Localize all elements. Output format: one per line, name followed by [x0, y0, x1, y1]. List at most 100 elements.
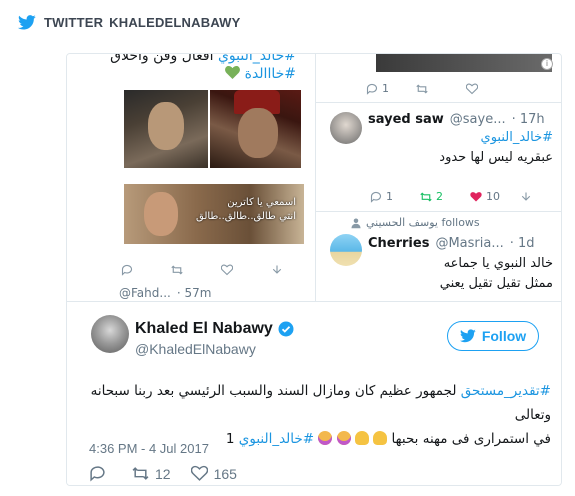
main-hashtag1[interactable]: #تقدير_مستحق [461, 383, 551, 399]
reply-count: 1 [386, 190, 393, 203]
green-heart-icon [225, 66, 241, 79]
like-action[interactable]: 165 [190, 465, 237, 482]
main-hashtag2[interactable]: #خالد_النبوي [239, 431, 314, 447]
actor-face [238, 108, 278, 158]
twitter-bird-icon [18, 14, 36, 29]
embed-header: TWITTER KHALEDELNABAWY [18, 12, 241, 32]
main-author-name[interactable]: Khaled El Nabawy [135, 320, 273, 338]
actor-photo-1[interactable] [124, 90, 208, 168]
actor-face [144, 192, 178, 236]
left-tweet-hashtag2[interactable]: #خااالدة [245, 66, 296, 82]
reply-icon [366, 83, 378, 95]
woman-emoji-icon [336, 431, 351, 445]
sayed-tweet-header: sayed saw @saye... · 17h [368, 112, 545, 127]
retweet-count: 12 [155, 465, 171, 482]
main-text2: في استمرارى فى مهنه بحبها [391, 431, 551, 447]
like-action[interactable] [466, 83, 516, 95]
retweet-count: 2 [436, 190, 443, 203]
main-author-handle[interactable]: @KhaledElNabawy [135, 341, 256, 357]
reply-action[interactable] [121, 264, 171, 276]
more-action[interactable] [271, 264, 314, 276]
cherries-line2: ممثل تقيل تقيل يعني [439, 276, 553, 291]
photo-caption-line1: اسمعي يا كاترين [227, 197, 296, 208]
divider [316, 102, 561, 103]
reply-count: 1 [382, 82, 389, 95]
sayed-tweet-actions: 1 2 10 [370, 190, 561, 203]
cherries-name[interactable]: Cherries [368, 236, 429, 251]
divider [67, 301, 561, 302]
photo-caption-line2: انتي طالق..طالق..طالق [196, 211, 296, 222]
left-tweet-hashtag1[interactable]: #خالد_النبوي [218, 54, 296, 64]
main-avatar[interactable] [91, 315, 129, 353]
cherries-avatar[interactable] [330, 234, 362, 266]
retweet-icon [420, 191, 432, 202]
fahd-handle[interactable]: @Fahd... [119, 286, 171, 300]
main-number: 1 [225, 431, 235, 447]
follow-label: Follow [481, 328, 527, 344]
fahd-tweet-header: @Fahd... · 57m [89, 286, 211, 300]
folded-hands-emoji-icon [373, 431, 388, 445]
collage-left-tweet: #خالد_النبوي أفعال وفن وأخلاق #خااالدة ا… [67, 54, 314, 301]
collage-right-tweets: i 1 sayed saw @saye... · 17h #خالد_النبو… [315, 54, 561, 301]
sayed-hashtag[interactable]: #خالد_النبوي [481, 130, 553, 145]
like-count: 10 [486, 190, 500, 203]
reply-action[interactable] [89, 465, 112, 482]
retweet-icon [416, 83, 428, 94]
like-action[interactable] [221, 264, 271, 276]
like-action[interactable]: 10 [470, 190, 520, 203]
main-timestamp[interactable]: 4:36 PM - 4 Jul 2017 [89, 441, 209, 456]
heart-icon [221, 264, 233, 276]
cherries-line1: خالد النبوي يا جماعه [443, 256, 553, 271]
more-icon [272, 265, 282, 274]
reply-action[interactable]: 1 [366, 82, 416, 95]
left-tweet-line1-text: أفعال وفن وأخلاق [110, 54, 214, 64]
heart-icon [470, 191, 482, 201]
photo-caption: اسمعي يا كاترين انتي طالق..طالق..طالق [196, 196, 296, 224]
retweet-action[interactable] [171, 264, 221, 276]
person-icon [351, 218, 361, 228]
tweet-image-collage[interactable]: #خالد_النبوي أفعال وفن وأخلاق #خااالدة ا… [67, 54, 561, 301]
main-author[interactable]: Khaled El Nabawy [135, 320, 294, 338]
info-icon[interactable]: i [541, 58, 553, 70]
cherries-handle[interactable]: @Masria... [435, 236, 503, 251]
verified-badge-icon [278, 321, 294, 337]
reply-action[interactable]: 1 [370, 190, 420, 203]
actor-photo-3[interactable]: اسمعي يا كاترين انتي طالق..طالق..طالق [124, 184, 304, 244]
header-label: TWITTER KHALEDELNABAWY [44, 15, 241, 30]
sayed-text: عبقريه ليس لها حدود [439, 150, 553, 165]
divider [316, 211, 561, 212]
heart-icon [466, 83, 478, 94]
retweet-icon [171, 265, 183, 275]
sayed-handle[interactable]: @saye... [450, 112, 506, 127]
retweet-icon [132, 467, 149, 480]
folded-hands-emoji-icon [354, 431, 369, 445]
follows-context: يوسف الحسيني follows [350, 216, 480, 229]
main-tweet-actions: 12 165 [89, 465, 257, 482]
reply-icon [90, 466, 105, 482]
retweet-action[interactable] [416, 83, 466, 95]
retweet-action[interactable]: 2 [420, 190, 470, 203]
fahd-time[interactable]: · 57m [177, 286, 212, 300]
embedded-tweet-card[interactable]: #خالد_النبوي أفعال وفن وأخلاق #خااالدة ا… [66, 53, 562, 486]
cherries-tweet-header: Cherries @Masria... · 1d [368, 236, 535, 251]
cherries-time[interactable]: · 1d [510, 236, 535, 251]
left-tweet-actions [121, 264, 314, 276]
actor-face [148, 102, 184, 150]
reply-icon [370, 191, 382, 203]
twitter-bird-icon [459, 329, 476, 343]
main-tweet[interactable]: Khaled El Nabawy @KhaledElNabawy Follow … [67, 301, 561, 485]
more-action[interactable] [520, 191, 561, 203]
left-tweet-line1: #خالد_النبوي أفعال وفن وأخلاق [67, 54, 296, 64]
woman-emoji-icon [318, 431, 333, 445]
follow-button[interactable]: Follow [447, 321, 539, 351]
sayed-name[interactable]: sayed saw [368, 112, 444, 127]
top-image-strip [376, 54, 552, 72]
reply-icon [121, 264, 133, 276]
heart-icon [190, 465, 208, 481]
follows-label: يوسف الحسيني follows [366, 216, 480, 229]
actor-photo-2[interactable] [210, 90, 301, 168]
sayed-time[interactable]: · 17h [512, 112, 545, 127]
header-account[interactable]: KHALEDELNABAWY [109, 15, 240, 30]
retweet-action[interactable]: 12 [132, 465, 171, 482]
sayed-avatar[interactable] [330, 112, 362, 144]
